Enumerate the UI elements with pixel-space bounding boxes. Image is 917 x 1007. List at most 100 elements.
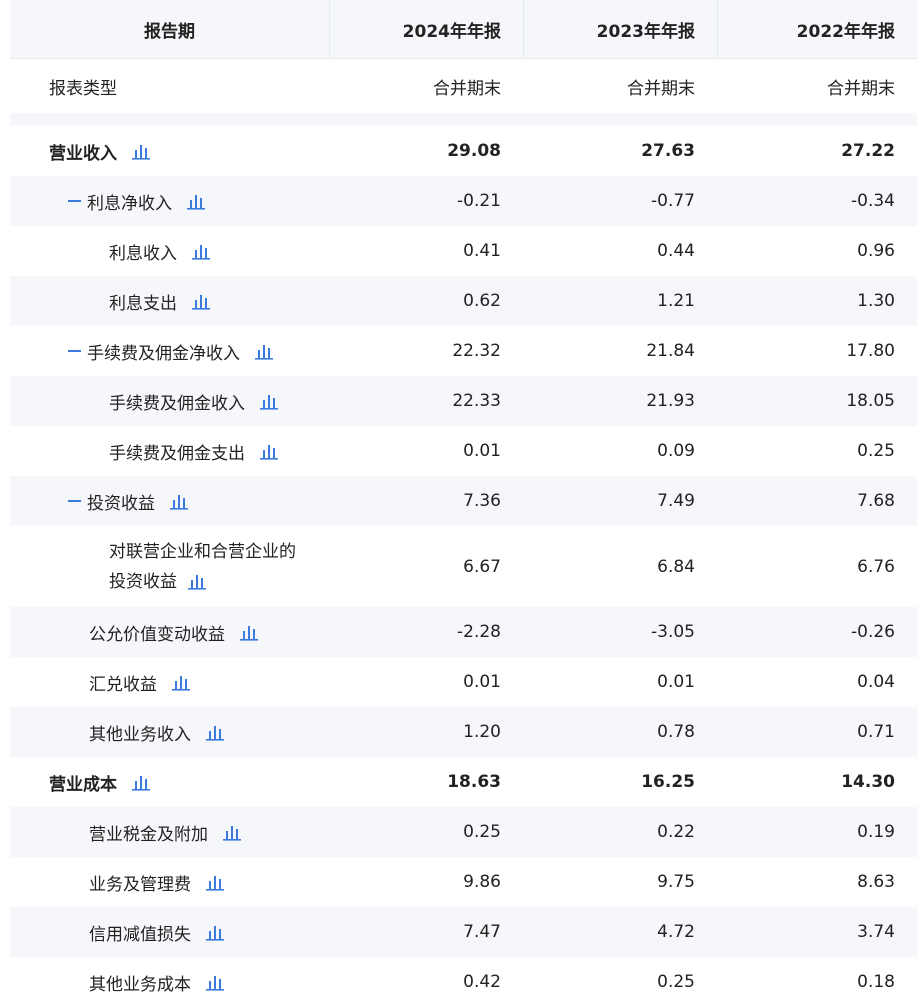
row-label-wrapper: 利息净收入 bbox=[87, 189, 172, 214]
table-row: 汇兑收益 0.01 0.01 0.04 bbox=[10, 657, 917, 707]
table-row: 营业收入 29.08 27.63 27.22 bbox=[10, 126, 917, 176]
header-year-2022[interactable]: 2022年年报 bbox=[717, 0, 917, 58]
value-cell: -0.26 bbox=[851, 622, 895, 642]
row-label-cell: 利息净收入 bbox=[10, 189, 329, 214]
table-row: 营业税金及附加 0.25 0.22 0.19 bbox=[10, 807, 917, 857]
report-type-row: 报表类型 合并期末 合并期末 合并期末 bbox=[10, 59, 917, 113]
collapse-toggle-icon[interactable] bbox=[68, 350, 81, 352]
table-row: 手续费及佣金净收入 22.32 21.84 17.80 bbox=[10, 326, 917, 376]
bar-chart-icon[interactable] bbox=[205, 873, 225, 891]
report-type-label: 报表类型 bbox=[49, 78, 117, 99]
value-cell: 7.47 bbox=[463, 922, 501, 942]
value-cell: -0.21 bbox=[457, 191, 501, 211]
header-report-period: 报告期 bbox=[144, 21, 195, 42]
row-label-cell: 其他业务成本 bbox=[10, 970, 329, 995]
value-cell: 0.01 bbox=[463, 672, 501, 692]
header-year-2024[interactable]: 2024年年报 bbox=[329, 0, 523, 58]
value-cell: 6.76 bbox=[857, 556, 895, 577]
value-cell: 0.42 bbox=[463, 972, 501, 992]
row-label: 信用减值损失 bbox=[89, 924, 191, 945]
value-cell: 0.25 bbox=[657, 972, 695, 992]
row-label-wrapper: 公允价值变动收益 bbox=[89, 620, 225, 645]
value-cell: 16.25 bbox=[641, 772, 695, 792]
value-cell: 0.62 bbox=[463, 291, 501, 311]
row-label-cell: 利息支出 bbox=[10, 289, 329, 314]
value-cell: 6.84 bbox=[657, 556, 695, 577]
bar-chart-icon[interactable] bbox=[259, 442, 279, 460]
bar-chart-icon[interactable] bbox=[205, 723, 225, 741]
row-label: 其他业务成本 bbox=[89, 974, 191, 995]
row-label-wrapper: 投资收益 bbox=[87, 489, 155, 514]
value-cell: 29.08 bbox=[447, 141, 501, 161]
row-label-cell: 营业税金及附加 bbox=[10, 820, 329, 845]
table-row: 营业成本 18.63 16.25 14.30 bbox=[10, 757, 917, 807]
row-label: 手续费及佣金支出 bbox=[109, 443, 245, 464]
table-row: 手续费及佣金收入 22.33 21.93 18.05 bbox=[10, 376, 917, 426]
bar-chart-icon[interactable] bbox=[131, 142, 151, 160]
value-cell: 8.63 bbox=[857, 872, 895, 892]
value-cell: 4.72 bbox=[657, 922, 695, 942]
value-cell: 0.78 bbox=[657, 722, 695, 742]
bar-chart-icon[interactable] bbox=[131, 773, 151, 791]
header-year-2023[interactable]: 2023年年报 bbox=[523, 0, 717, 58]
bar-chart-icon[interactable] bbox=[259, 392, 279, 410]
value-cell: 27.22 bbox=[841, 141, 895, 161]
value-cell: -0.34 bbox=[851, 191, 895, 211]
value-cell: 0.01 bbox=[657, 672, 695, 692]
bar-chart-icon[interactable] bbox=[169, 492, 189, 510]
row-label-cell: 信用减值损失 bbox=[10, 920, 329, 945]
row-label-cell: 汇兑收益 bbox=[10, 670, 329, 695]
value-cell: 0.18 bbox=[857, 972, 895, 992]
table-row: 投资收益 7.36 7.49 7.68 bbox=[10, 476, 917, 526]
row-label: 公允价值变动收益 bbox=[89, 624, 225, 645]
value-cell: 0.09 bbox=[657, 441, 695, 461]
row-label-wrapper: 对联营企业和合营企业的投资收益 bbox=[109, 537, 309, 597]
value-cell: 22.33 bbox=[452, 391, 501, 411]
value-cell: 1.21 bbox=[657, 291, 695, 311]
table-row: 其他业务收入 1.20 0.78 0.71 bbox=[10, 707, 917, 757]
row-label: 手续费及佣金净收入 bbox=[87, 343, 240, 364]
row-label-cell: 手续费及佣金支出 bbox=[10, 439, 329, 464]
bar-chart-icon[interactable] bbox=[171, 673, 191, 691]
report-type-value: 合并期末 bbox=[627, 78, 695, 99]
table-row: 利息净收入 -0.21 -0.77 -0.34 bbox=[10, 176, 917, 226]
income-statement-table: 报告期 2024年年报 2023年年报 2022年年报 报表类型 合并期末 合并… bbox=[10, 0, 917, 1007]
bar-chart-icon[interactable] bbox=[205, 923, 225, 941]
row-label-wrapper: 手续费及佣金收入 bbox=[109, 389, 245, 414]
bar-chart-icon[interactable] bbox=[191, 292, 211, 310]
row-label-wrapper: 手续费及佣金支出 bbox=[109, 439, 245, 464]
table-row: 业务及管理费 9.86 9.75 8.63 bbox=[10, 857, 917, 907]
row-label-cell: 利息收入 bbox=[10, 239, 329, 264]
collapse-toggle-icon[interactable] bbox=[68, 200, 81, 202]
report-type-value: 合并期末 bbox=[433, 78, 501, 99]
value-cell: 0.44 bbox=[657, 241, 695, 261]
value-cell: 0.25 bbox=[857, 441, 895, 461]
value-cell: 14.30 bbox=[841, 772, 895, 792]
value-cell: 9.75 bbox=[657, 872, 695, 892]
bar-chart-icon[interactable] bbox=[222, 823, 242, 841]
row-label-cell: 营业成本 bbox=[10, 770, 329, 795]
bar-chart-icon[interactable] bbox=[187, 572, 207, 590]
collapse-toggle-icon[interactable] bbox=[68, 500, 81, 502]
value-cell: 1.20 bbox=[463, 722, 501, 742]
row-label: 手续费及佣金收入 bbox=[109, 393, 245, 414]
table-header-row: 报告期 2024年年报 2023年年报 2022年年报 bbox=[10, 0, 917, 59]
row-label-cell: 业务及管理费 bbox=[10, 870, 329, 895]
row-label-wrapper: 信用减值损失 bbox=[89, 920, 191, 945]
row-label: 利息净收入 bbox=[87, 193, 172, 214]
row-label: 利息收入 bbox=[109, 243, 177, 264]
row-label: 汇兑收益 bbox=[89, 674, 157, 695]
bar-chart-icon[interactable] bbox=[254, 342, 274, 360]
bar-chart-icon[interactable] bbox=[239, 623, 259, 641]
row-label-cell: 对联营企业和合营企业的投资收益 bbox=[10, 537, 329, 597]
value-cell: 0.19 bbox=[857, 822, 895, 842]
table-row: 对联营企业和合营企业的投资收益 6.67 6.84 6.76 bbox=[10, 526, 917, 607]
bar-chart-icon[interactable] bbox=[205, 973, 225, 991]
value-cell: -3.05 bbox=[651, 622, 695, 642]
row-label-wrapper: 营业成本 bbox=[49, 770, 117, 795]
value-cell: 7.49 bbox=[657, 491, 695, 511]
bar-chart-icon[interactable] bbox=[191, 242, 211, 260]
value-cell: 0.04 bbox=[857, 672, 895, 692]
value-cell: 1.30 bbox=[857, 291, 895, 311]
bar-chart-icon[interactable] bbox=[186, 192, 206, 210]
